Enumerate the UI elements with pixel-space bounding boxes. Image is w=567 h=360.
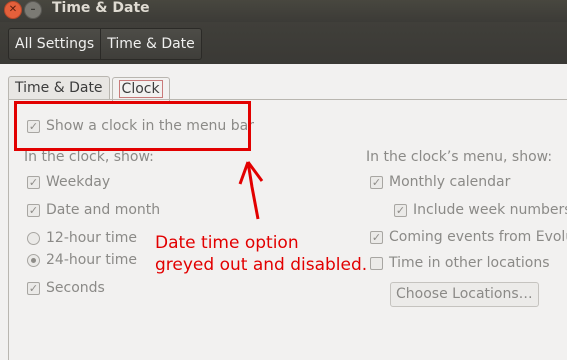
annotation-line-2: greyed out and disabled. xyxy=(155,255,368,275)
annotation-text: Date time option greyed out and disabled… xyxy=(155,232,375,276)
annotation-arrow-icon xyxy=(238,161,264,220)
annotation-line-1: Date time option xyxy=(155,233,299,253)
